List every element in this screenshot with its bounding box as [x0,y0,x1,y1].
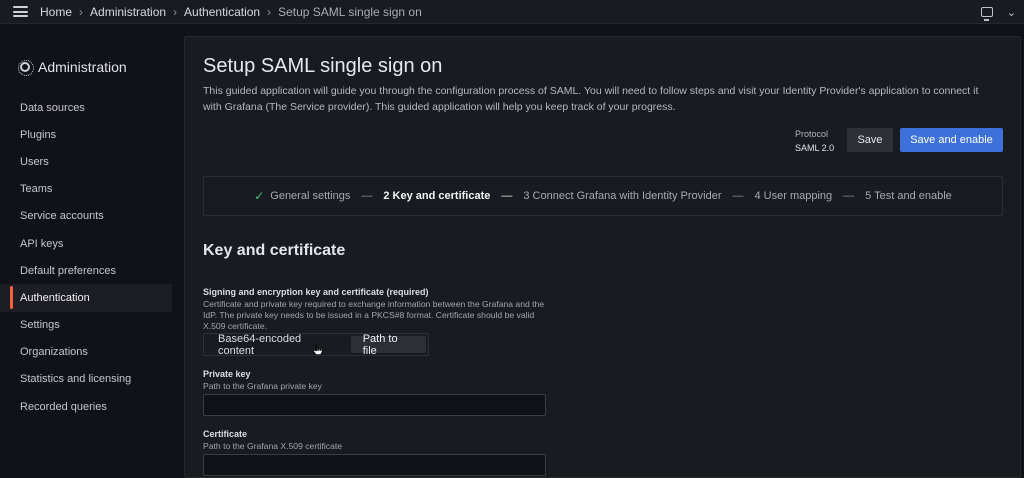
save-button[interactable]: Save [847,128,893,152]
sidebar-title: Administration [18,59,127,76]
sidebar-item-plugins[interactable]: Plugins [0,121,184,148]
sidebar-nav: Data sources Plugins Users Teams Service… [0,94,184,420]
step-test-enable[interactable]: 5 Test and enable [865,190,952,202]
sidebar-item-statistics-licensing[interactable]: Statistics and licensing [0,366,184,393]
sidebar-item-settings[interactable]: Settings [0,312,184,339]
option-path-to-file[interactable]: Path to file [350,333,426,357]
section-title: Key and certificate [203,242,346,259]
step-connect-idp[interactable]: 3 Connect Grafana with Identity Provider [523,190,721,202]
check-icon: ✓ [254,189,265,203]
step-label: General settings [270,190,351,202]
step-separator: — [501,190,513,202]
gear-icon [18,60,34,76]
mouse-cursor-icon [313,344,323,355]
option-base64[interactable]: Base64-encoded content [206,333,351,357]
step-key-certificate[interactable]: 2 Key and certificate [383,190,490,202]
sidebar-item-recorded-queries[interactable]: Recorded queries [0,393,184,420]
sidebar-item-service-accounts[interactable]: Service accounts [0,203,184,230]
hamburger-icon [12,6,28,17]
step-separator: — [843,190,855,202]
breadcrumb-authentication[interactable]: Authentication [184,5,260,19]
private-key-label: Private key [203,369,251,379]
top-bar: Home › Administration › Authentication ›… [0,0,1024,24]
sidebar-item-users[interactable]: Users [0,148,184,175]
save-and-enable-button[interactable]: Save and enable [900,128,1003,152]
chevron-right-icon: › [173,4,178,19]
certificate-input[interactable] [203,454,546,476]
main-panel: Setup SAML single sign on This guided ap… [184,36,1021,478]
step-separator: — [732,190,744,202]
sidebar-item-authentication[interactable]: Authentication [0,284,172,312]
page-intro: This guided application will guide you t… [203,85,979,113]
stepper: ✓ General settings — 2 Key and certifica… [203,176,1003,216]
step-general-settings[interactable]: ✓ General settings [254,189,350,203]
protocol-value: SAML 2.0 [795,143,835,153]
sidebar-item-organizations[interactable]: Organizations [0,339,184,366]
chevron-down-icon[interactable]: ⌄ [1007,6,1016,19]
signing-label: Signing and encryption key and certifica… [203,287,429,297]
signing-description: Certificate and private key required to … [203,299,545,331]
sidebar-item-api-keys[interactable]: API keys [0,230,184,257]
sidebar-item-data-sources[interactable]: Data sources [0,94,184,121]
breadcrumb-current: Setup SAML single sign on [278,4,422,19]
certificate-description: Path to the Grafana X.509 certificate [203,441,343,451]
breadcrumb: Home › Administration › Authentication ›… [40,5,422,19]
monitor-icon[interactable] [980,7,993,21]
sidebar-item-teams[interactable]: Teams [0,176,184,203]
sidebar-title-label: Administration [38,59,127,75]
certificate-label: Certificate [203,429,248,439]
sidebar: Administration Data sources Plugins User… [0,25,184,478]
page-title: Setup SAML single sign on [203,55,443,77]
sidebar-item-default-preferences[interactable]: Default preferences [0,257,184,284]
menu-button[interactable] [0,0,40,24]
chevron-right-icon: › [267,4,272,19]
step-user-mapping[interactable]: 4 User mapping [754,190,832,202]
step-separator: — [361,190,373,202]
chevron-right-icon: › [79,4,84,19]
protocol-label: Protocol [795,129,829,139]
private-key-description: Path to the Grafana private key [203,381,322,391]
breadcrumb-home[interactable]: Home [40,5,72,19]
breadcrumb-administration[interactable]: Administration [90,5,166,19]
private-key-input[interactable] [203,394,546,416]
protocol-info: Protocol SAML 2.0 [795,127,834,155]
